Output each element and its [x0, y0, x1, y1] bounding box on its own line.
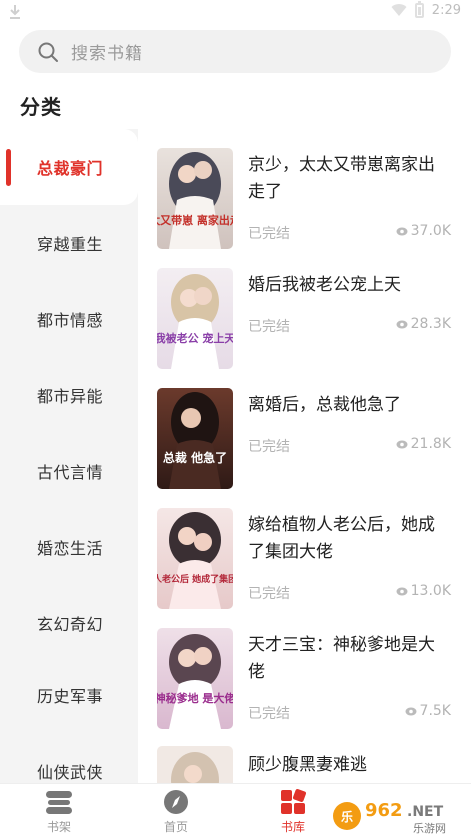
book-cover[interactable]: 总裁 他急了 — [157, 388, 233, 489]
sidebar-item-label: 婚恋生活 — [37, 539, 104, 558]
book-cover[interactable] — [157, 746, 233, 783]
view-count-value: 28.3K — [410, 316, 451, 332]
page-title: 分类 — [20, 95, 62, 119]
book-title: 嫁给植物人老公后，她成了集团大佬 — [248, 515, 435, 562]
sidebar-item-fantasy[interactable]: 玄幻奇幻 — [0, 585, 138, 661]
tab-label: 首页 — [163, 820, 188, 834]
view-count: 21.8K — [396, 436, 451, 452]
sidebar-item-urban-powers[interactable]: 都市异能 — [0, 357, 138, 433]
book-list: 太太又带崽 离家出走了 京少，太太又带崽离家出走了 已完结 37.0K 我被老公… — [138, 129, 471, 783]
watermark-logo: 乐 962 .NET 乐游网 — [329, 796, 469, 836]
view-count-value: 37.0K — [410, 223, 451, 239]
eye-icon — [405, 707, 417, 715]
sidebar-item-label: 玄幻奇幻 — [37, 615, 104, 634]
list-item[interactable]: 太太又带崽 离家出走了 京少，太太又带崽离家出走了 已完结 37.0K — [138, 148, 471, 266]
view-count-value: 7.5K — [419, 703, 451, 719]
list-item[interactable]: 我被老公 宠上天 婚后我被老公宠上天 已完结 28.3K — [138, 268, 471, 386]
book-title: 离婚后，总裁他急了 — [248, 395, 401, 415]
list-item[interactable]: 顾少腹黑妻难逃 — [138, 746, 471, 783]
sidebar-item-label: 都市情感 — [37, 311, 104, 330]
battery-icon — [414, 1, 424, 18]
compass-icon — [164, 790, 188, 814]
wifi-icon — [391, 4, 407, 17]
status-time: 2:29 — [431, 3, 461, 18]
book-title: 顾少腹黑妻难逃 — [248, 755, 367, 775]
sidebar-item-marriage-life[interactable]: 婚恋生活 — [0, 509, 138, 585]
tab-home[interactable]: 首页 — [136, 788, 216, 838]
sidebar-item-ceo-romance[interactable]: 总裁豪门 — [0, 129, 138, 205]
svg-text:.NET: .NET — [407, 804, 444, 820]
eye-icon — [396, 440, 408, 448]
book-title: 婚后我被老公宠上天 — [248, 275, 401, 295]
library-grid-icon — [281, 789, 306, 814]
view-count-value: 21.8K — [410, 436, 451, 452]
book-status: 已完结 — [248, 319, 290, 335]
book-cover[interactable]: 神秘爹地 是大佬 — [157, 628, 233, 729]
book-status: 已完结 — [248, 706, 290, 722]
book-cover[interactable]: 植物人老公后 她成了集团大佬 — [157, 508, 233, 609]
sidebar-item-time-travel[interactable]: 穿越重生 — [0, 205, 138, 281]
sidebar-item-label: 历史军事 — [37, 687, 104, 706]
book-status: 已完结 — [248, 439, 290, 455]
download-icon — [10, 5, 20, 19]
list-item[interactable]: 神秘爹地 是大佬 天才三宝：神秘爹地是大佬 已完结 7.5K — [138, 628, 471, 746]
list-item[interactable]: 植物人老公后 她成了集团大佬 嫁给植物人老公后，她成了集团大佬 已完结 13.0… — [138, 508, 471, 626]
book-status: 已完结 — [248, 226, 290, 242]
list-item[interactable]: 总裁 他急了 离婚后，总裁他急了 已完结 21.8K — [138, 388, 471, 506]
search-input[interactable]: 搜索书籍 — [71, 39, 143, 64]
eye-icon — [396, 227, 408, 235]
sidebar-item-ancient-romance[interactable]: 古代言情 — [0, 433, 138, 509]
book-cover[interactable]: 我被老公 宠上天 — [157, 268, 233, 369]
sidebar-item-urban-romance[interactable]: 都市情感 — [0, 281, 138, 357]
sidebar-item-history-military[interactable]: 历史军事 — [0, 657, 138, 733]
cover-title-text: 我被老公 宠上天 — [157, 331, 233, 345]
sidebar-item-xianxia[interactable]: 仙侠武侠 — [0, 733, 138, 783]
category-sidebar: 总裁豪门 穿越重生 都市情感 都市异能 古代言情 婚恋生活 玄幻奇幻 历史军事 … — [0, 129, 138, 783]
book-status: 已完结 — [248, 586, 290, 602]
cover-title-text: 植物人老公后 她成了集团大佬 — [157, 573, 233, 585]
sidebar-item-label: 总裁豪门 — [37, 159, 104, 178]
view-count: 28.3K — [396, 316, 451, 332]
view-count-value: 13.0K — [410, 583, 451, 599]
sidebar-item-label: 古代言情 — [37, 463, 104, 482]
sidebar-item-label: 都市异能 — [37, 387, 104, 406]
book-title: 京少，太太又带崽离家出走了 — [248, 155, 435, 202]
tab-label: 书架 — [46, 820, 71, 834]
svg-text:乐游网: 乐游网 — [413, 822, 446, 835]
search-bar[interactable]: 搜索书籍 — [19, 30, 451, 73]
bookshelf-icon — [46, 791, 72, 814]
view-count: 7.5K — [405, 703, 451, 719]
sidebar-item-label: 穿越重生 — [37, 235, 104, 254]
book-cover[interactable]: 太太又带崽 离家出走了 — [157, 148, 233, 249]
cover-title-text: 太太又带崽 离家出走了 — [157, 213, 233, 227]
sidebar-item-label: 仙侠武侠 — [37, 763, 104, 782]
book-title: 天才三宝：神秘爹地是大佬 — [248, 635, 435, 682]
cover-title-text: 神秘爹地 是大佬 — [157, 691, 233, 705]
status-bar: 2:29 — [0, 0, 471, 26]
search-icon — [38, 42, 58, 62]
view-count: 13.0K — [396, 583, 451, 599]
cover-title-text: 总裁 他急了 — [163, 450, 227, 465]
eye-icon — [396, 587, 408, 595]
tab-bookshelf[interactable]: 书架 — [19, 788, 99, 838]
view-count: 37.0K — [396, 223, 451, 239]
eye-icon — [396, 320, 408, 328]
svg-text:乐: 乐 — [341, 809, 353, 824]
svg-text:962: 962 — [365, 800, 403, 821]
